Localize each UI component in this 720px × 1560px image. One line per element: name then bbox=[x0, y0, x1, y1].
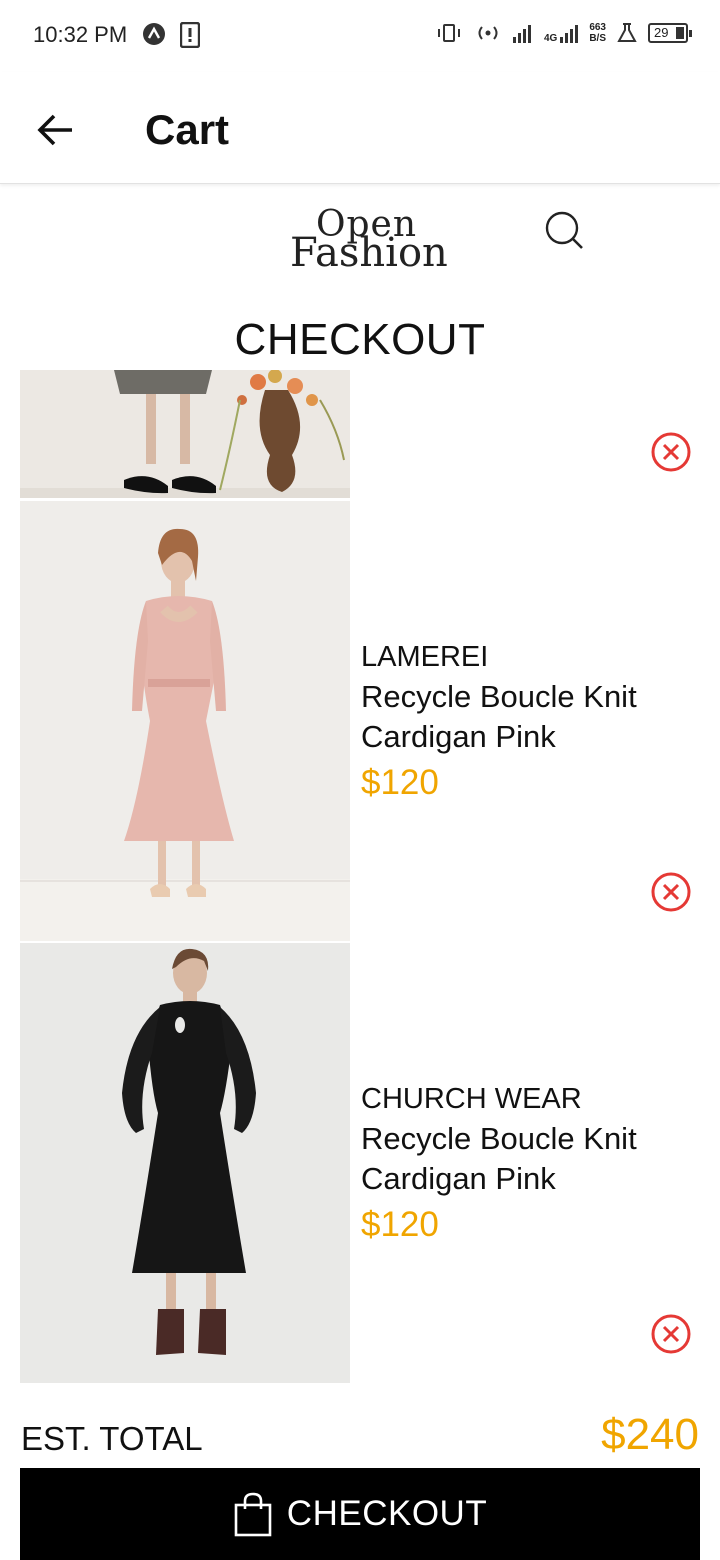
battery-indicator: 29 bbox=[648, 23, 692, 43]
product-image[interactable] bbox=[20, 943, 350, 1383]
flask-icon bbox=[617, 23, 637, 42]
checkout-heading: CHECKOUT bbox=[234, 315, 486, 364]
close-circle-icon bbox=[651, 432, 691, 472]
cart-list[interactable]: LAMEREI Recycle Boucle Knit Cardigan Pin… bbox=[0, 370, 720, 1385]
product-image[interactable] bbox=[20, 370, 350, 498]
net-speed: 663 B/S bbox=[589, 22, 606, 44]
checkout-button-label: CHECKOUT bbox=[286, 1494, 488, 1533]
close-circle-icon bbox=[651, 1314, 691, 1354]
search-icon bbox=[545, 211, 583, 249]
network-type: 4G bbox=[543, 33, 558, 44]
item-brand: CHURCH WEAR bbox=[361, 1083, 582, 1115]
signal-strength-icon-2 bbox=[560, 25, 579, 43]
close-circle-icon bbox=[651, 872, 691, 912]
arrow-left-icon bbox=[37, 114, 72, 146]
search-button[interactable] bbox=[540, 206, 588, 254]
status-icons: 4G 663 B/S 29 bbox=[434, 22, 692, 44]
back-button[interactable] bbox=[34, 108, 78, 152]
checkout-button[interactable]: CHECKOUT bbox=[20, 1468, 700, 1560]
mobile-data-indicator: 4G bbox=[544, 22, 579, 44]
remove-item-button[interactable] bbox=[650, 431, 692, 473]
app-notification-icon bbox=[143, 23, 165, 45]
status-time: 10:32 PM bbox=[33, 22, 128, 47]
item-name: Recycle Boucle Knit Cardigan Pink bbox=[361, 679, 637, 754]
item-name: Recycle Boucle Knit Cardigan Pink bbox=[361, 1121, 637, 1196]
alert-notification-icon bbox=[180, 22, 200, 48]
product-photo-dress-legs bbox=[20, 370, 350, 498]
product-photo-pink-dress bbox=[20, 501, 350, 941]
cart-item[interactable] bbox=[0, 370, 720, 500]
net-speed-unit: B/S bbox=[589, 33, 606, 44]
status-bar: 10:32 PM 4G 663 B/S 29 bbox=[0, 0, 720, 72]
item-details: CHURCH WEAR Recycle Boucle Knit Cardigan… bbox=[361, 1079, 701, 1249]
item-details: LAMEREI Recycle Boucle Knit Cardigan Pin… bbox=[361, 637, 701, 807]
shopping-bag-icon bbox=[234, 1492, 272, 1537]
battery-fill bbox=[676, 27, 684, 39]
total-value: $240 bbox=[601, 1410, 699, 1459]
item-price: $120 bbox=[361, 763, 439, 802]
hotspot-icon bbox=[478, 26, 498, 40]
cart-item[interactable]: LAMEREI Recycle Boucle Knit Cardigan Pin… bbox=[0, 501, 720, 941]
cart-item[interactable]: CHURCH WEAR Recycle Boucle Knit Cardigan… bbox=[0, 943, 720, 1383]
battery-level: 29 bbox=[654, 25, 669, 40]
page-title: Cart bbox=[145, 106, 230, 153]
net-speed-value: 663 bbox=[589, 22, 606, 33]
item-price: $120 bbox=[361, 1205, 439, 1244]
app-bar: Cart bbox=[0, 72, 720, 184]
remove-item-button[interactable] bbox=[650, 871, 692, 913]
vibrate-icon bbox=[437, 24, 460, 42]
product-photo-black-dress bbox=[20, 943, 350, 1383]
remove-item-button[interactable] bbox=[650, 1313, 692, 1355]
product-image[interactable] bbox=[20, 501, 350, 941]
logo-line-2: Fashion bbox=[290, 230, 448, 276]
open-fashion-logo[interactable]: Open Fashion bbox=[286, 204, 456, 276]
total-label: EST. TOTAL bbox=[21, 1420, 203, 1457]
item-brand: LAMEREI bbox=[361, 641, 489, 673]
signal-strength-icon bbox=[512, 25, 531, 43]
